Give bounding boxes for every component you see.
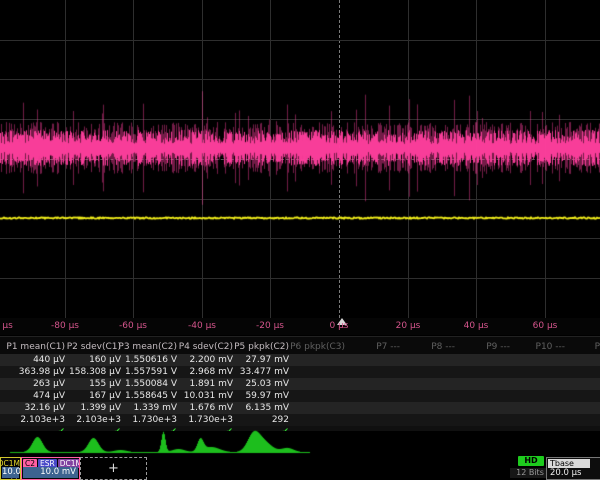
measure-value: 1.339 mV: [115, 402, 177, 414]
timebase-value: 20.0 µs: [550, 468, 581, 478]
table-row: 2.103e+32.103e+31.730e+31.730e+3292: [0, 414, 600, 426]
hd-bits-label: 12 Bits: [510, 468, 550, 478]
measure-header-dim[interactable]: P9 ---: [448, 341, 510, 353]
measure-header-dim[interactable]: P7 ---: [338, 341, 400, 353]
measure-value: 1.558645 V: [115, 390, 177, 402]
measure-value: 25.03 mV: [227, 378, 289, 390]
time-axis: -100 µs -80 µs -60 µs -40 µs -20 µs 0 µs 20 µs…: [0, 318, 600, 335]
measure-value: 474 µV: [3, 390, 65, 402]
measure-value: 10.031 mV: [171, 390, 233, 402]
measure-value: 27.97 mV: [227, 354, 289, 366]
measure-value: 2.103e+3: [59, 414, 121, 426]
measure-value: 2.103e+3: [3, 414, 65, 426]
measure-header-dim[interactable]: P: [538, 341, 600, 353]
table-row: 474 µV167 µV1.558645 V10.031 mV59.97 mV: [0, 390, 600, 402]
time-axis-label: 0 µs: [329, 321, 348, 331]
time-axis-label: 40 µs: [464, 321, 489, 331]
measure-value: 6.135 mV: [227, 402, 289, 414]
table-row: 440 µV160 µV1.550616 V2.200 mV27.97 mV: [0, 354, 600, 366]
measure-header-dim[interactable]: P8 ---: [393, 341, 455, 353]
waveform-grid[interactable]: [0, 0, 600, 318]
measure-value: 1.399 µV: [59, 402, 121, 414]
measure-header[interactable]: P1 mean(C1): [3, 341, 65, 353]
measure-value: 158.308 µV: [59, 366, 121, 378]
measure-header[interactable]: P2 sdev(C1): [59, 341, 121, 353]
measure-value: 33.477 mV: [227, 366, 289, 378]
time-axis-label: -20 µs: [256, 321, 284, 331]
measure-value: 2.968 mV: [171, 366, 233, 378]
measure-value: 1.891 mV: [171, 378, 233, 390]
signal-traces: [0, 0, 600, 318]
timebase-label: Tbase: [548, 459, 590, 468]
time-axis-label: 60 µs: [533, 321, 558, 331]
measure-value: 440 µV: [3, 354, 65, 366]
measure-value: 363.98 µV: [3, 366, 65, 378]
table-row: P1 mean(C1)P2 sdev(C1)P3 mean(C2)P4 sdev…: [0, 341, 600, 353]
time-axis-label: 20 µs: [396, 321, 421, 331]
add-trace-button[interactable]: +: [80, 457, 147, 480]
measure-value: 263 µV: [3, 378, 65, 390]
measure-value: 1.557591 V: [115, 366, 177, 378]
measure-header[interactable]: P3 mean(C2): [115, 341, 177, 353]
timebase-descriptor[interactable]: Tbase 20.0 µs: [546, 457, 600, 480]
measurement-table: P1 mean(C1)P2 sdev(C1)P3 mean(C2)P4 sdev…: [0, 336, 600, 431]
measure-value: 1.730e+3: [115, 414, 177, 426]
time-axis-label: -100 µs: [0, 321, 13, 331]
hd-mode-badge[interactable]: HD: [518, 456, 544, 466]
measure-value: 2.200 mV: [171, 354, 233, 366]
channel-c1-descriptor[interactable]: DC1M 10.0 mV: [0, 457, 21, 480]
measure-value: 167 µV: [59, 390, 121, 402]
measure-value: 155 µV: [59, 378, 121, 390]
table-row: 32.16 µV1.399 µV1.339 mV1.676 mV6.135 mV: [0, 402, 600, 414]
measure-header[interactable]: P5 pkpk(C2): [227, 341, 289, 353]
table-row: 263 µV155 µV1.550084 V1.891 mV25.03 mV: [0, 378, 600, 390]
measure-value: 59.97 mV: [227, 390, 289, 402]
measure-value: 292: [227, 414, 289, 426]
measure-value: 1.550084 V: [115, 378, 177, 390]
table-row: 363.98 µV158.308 µV1.557591 V2.968 mV33.…: [0, 366, 600, 378]
measure-header[interactable]: P4 sdev(C2): [171, 341, 233, 353]
measure-value: 1.676 mV: [171, 402, 233, 414]
channel-c2-descriptor[interactable]: C2 ESR DC1M 10.0 mV: [21, 457, 80, 480]
c1-scale-value: 10.0 mV: [2, 467, 19, 478]
c2-scale-value: 10.0 mV: [23, 467, 78, 478]
time-axis-label: -40 µs: [188, 321, 216, 331]
measure-value: 1.550616 V: [115, 354, 177, 366]
measure-value: 1.730e+3: [171, 414, 233, 426]
measure-value: 160 µV: [59, 354, 121, 366]
measure-header-dim[interactable]: P6 pkpk(C3): [283, 341, 345, 353]
histogram-trace: [0, 430, 600, 457]
time-axis-label: -80 µs: [51, 321, 79, 331]
measure-value: 32.16 µV: [3, 402, 65, 414]
time-axis-label: -60 µs: [119, 321, 147, 331]
